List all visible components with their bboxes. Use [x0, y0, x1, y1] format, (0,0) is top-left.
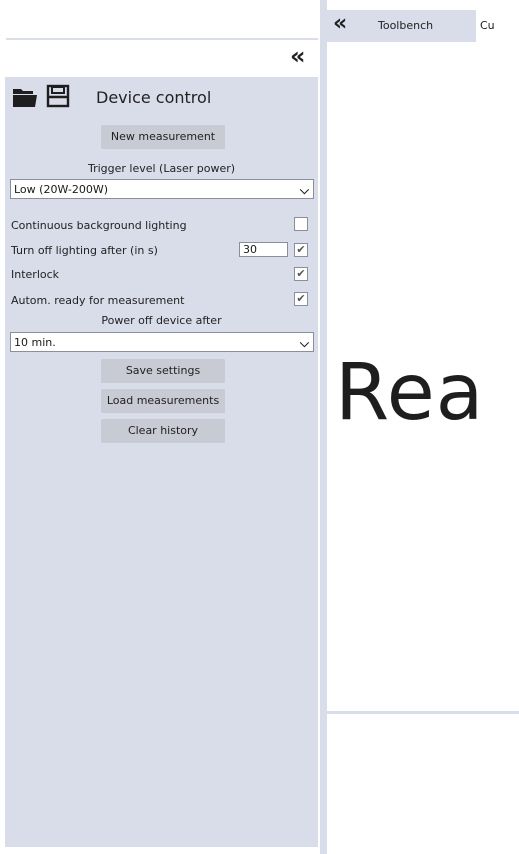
- checkmark-icon: ✔: [296, 292, 306, 305]
- panel-title: Device control: [96, 88, 212, 107]
- save-settings-button[interactable]: Save settings: [101, 359, 225, 383]
- left-top-divider: [6, 38, 318, 40]
- tab-active[interactable]: Cu: [476, 10, 519, 42]
- collapse-tabs-button[interactable]: «: [333, 13, 347, 35]
- autom-ready-checkbox[interactable]: ✔: [294, 292, 308, 306]
- trigger-level-value: Low (20W-200W): [14, 183, 109, 196]
- save-icon: [46, 84, 70, 108]
- clear-history-button[interactable]: Clear history: [101, 419, 225, 443]
- chevron-down-icon: ⌵: [299, 336, 309, 350]
- new-measurement-button[interactable]: New measurement: [101, 125, 225, 149]
- chevron-down-icon: ⌵: [299, 183, 309, 197]
- open-folder-button[interactable]: [12, 85, 38, 109]
- panel-splitter[interactable]: [320, 0, 327, 854]
- power-off-select[interactable]: 10 min. ⌵: [10, 332, 314, 352]
- interlock-label: Interlock: [11, 268, 60, 281]
- trigger-level-select[interactable]: Low (20W-200W) ⌵: [10, 179, 314, 199]
- continuous-bg-checkbox[interactable]: [294, 217, 308, 231]
- folder-open-icon: [13, 89, 37, 107]
- autom-ready-label: Autom. ready for measurement: [11, 294, 185, 307]
- double-chevron-left-icon: «: [290, 42, 306, 70]
- turn-off-lighting-label: Turn off lighting after (in s): [11, 244, 158, 257]
- bottom-divider: [327, 711, 519, 714]
- continuous-bg-label: Continuous background lighting: [11, 219, 187, 232]
- tab-toolbench[interactable]: Toolbench: [378, 19, 433, 33]
- double-chevron-left-icon: «: [333, 11, 348, 36]
- main-heading-text: Rea: [335, 348, 485, 438]
- checkmark-icon: ✔: [296, 267, 306, 280]
- checkmark-icon: ✔: [296, 243, 306, 256]
- turn-off-seconds-input[interactable]: 30: [239, 242, 288, 257]
- interlock-checkbox[interactable]: ✔: [294, 267, 308, 281]
- turn-off-lighting-checkbox[interactable]: ✔: [294, 243, 308, 257]
- save-button[interactable]: [46, 84, 70, 108]
- trigger-level-label: Trigger level (Laser power): [87, 162, 236, 175]
- power-off-label: Power off device after: [101, 314, 222, 327]
- collapse-panel-button[interactable]: «: [290, 44, 306, 68]
- power-off-value: 10 min.: [14, 336, 56, 349]
- load-measurements-button[interactable]: Load measurements: [101, 389, 225, 413]
